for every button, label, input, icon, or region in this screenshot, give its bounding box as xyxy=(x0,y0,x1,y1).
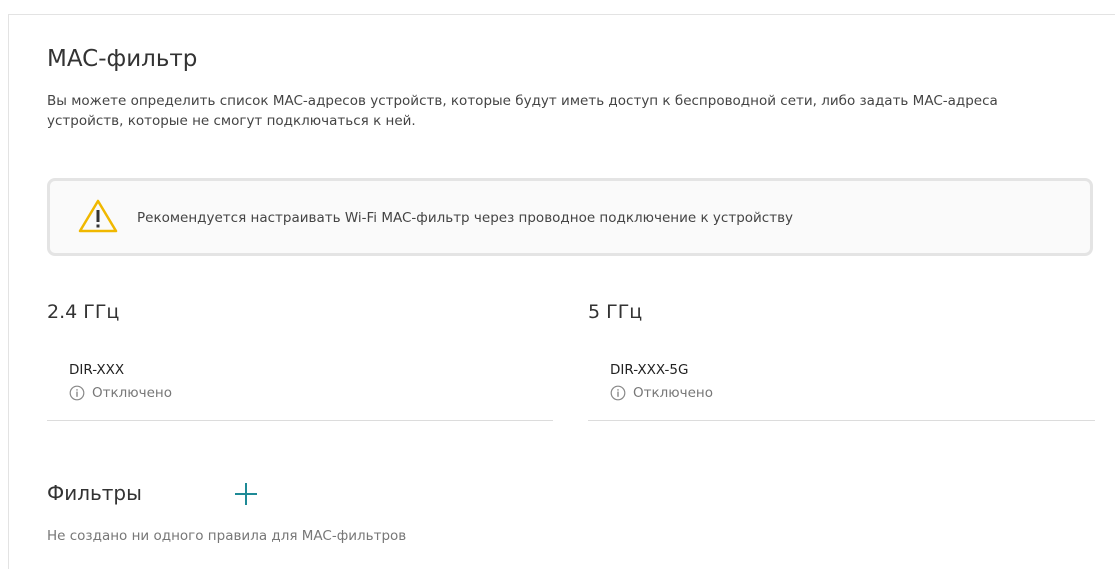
page-title: MAC-фильтр xyxy=(47,46,198,72)
warning-text: Рекомендуется настраивать Wi-Fi MAC-филь… xyxy=(137,210,794,226)
top-divider xyxy=(8,14,1115,15)
filters-title: Фильтры xyxy=(47,481,142,505)
network-item-2-4ghz[interactable]: DIR-XXX Отключено xyxy=(47,355,553,421)
info-icon xyxy=(610,385,626,401)
band-title-5ghz: 5 ГГц xyxy=(588,301,643,323)
band-title-2-4ghz: 2.4 ГГц xyxy=(47,301,120,323)
left-divider xyxy=(8,14,9,569)
page-description: Вы можете определить список MAC-адресов … xyxy=(47,93,998,129)
filters-empty-text: Не создано ни одного правила для MAC-фил… xyxy=(47,528,407,544)
network-name: DIR-XXX xyxy=(69,362,125,378)
network-status-label: Отключено xyxy=(633,385,714,401)
network-item-5ghz[interactable]: DIR-XXX-5G Отключено xyxy=(588,355,1095,421)
plus-icon[interactable] xyxy=(232,480,260,508)
network-status-label: Отключено xyxy=(92,385,173,401)
info-icon xyxy=(69,385,85,401)
network-status: Отключено xyxy=(610,384,713,402)
network-name: DIR-XXX-5G xyxy=(610,362,689,378)
warning-banner: Рекомендуется настраивать Wi-Fi MAC-филь… xyxy=(47,178,1093,256)
warning-triangle-icon xyxy=(78,199,118,233)
network-status: Отключено xyxy=(69,384,172,402)
mac-filter-page: MAC-фильтр Вы можете определить список M… xyxy=(0,0,1115,569)
